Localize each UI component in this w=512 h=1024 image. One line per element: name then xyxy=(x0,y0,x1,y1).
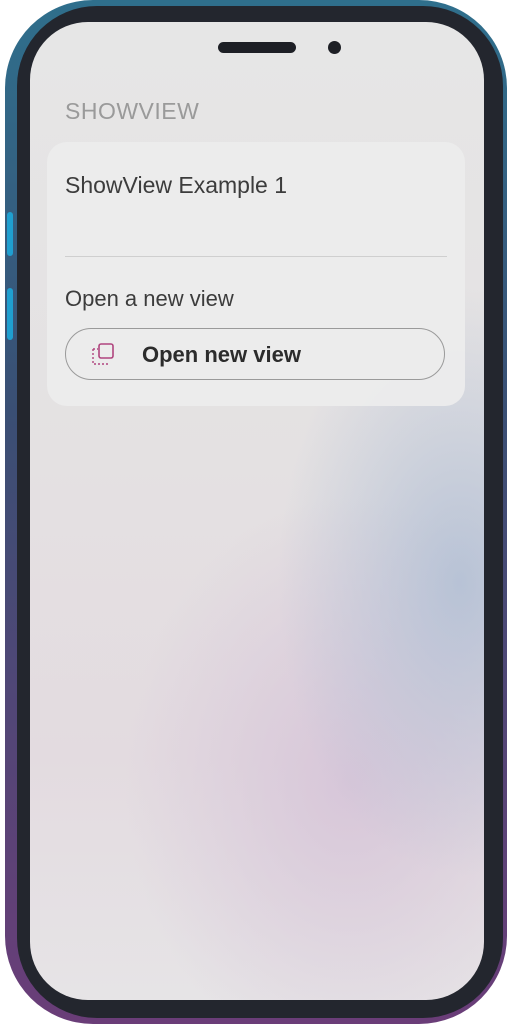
front-camera xyxy=(328,41,341,54)
speaker-grille xyxy=(218,42,296,53)
showview-card: ShowView Example 1 Open a new view Open … xyxy=(47,142,465,406)
open-new-view-button-label: Open new view xyxy=(142,342,301,367)
open-view-icon xyxy=(90,343,116,367)
open-new-view-button[interactable]: Open new view xyxy=(65,328,445,380)
section-title: SHOWVIEW xyxy=(65,98,200,124)
phone-screen: SHOWVIEW ShowView Example 1 Open a new v… xyxy=(30,22,484,1000)
card-title: ShowView Example 1 xyxy=(65,172,288,198)
volume-up-button xyxy=(7,212,13,256)
open-view-label: Open a new view xyxy=(65,286,234,311)
card-divider xyxy=(65,256,447,257)
volume-down-button xyxy=(7,288,13,340)
